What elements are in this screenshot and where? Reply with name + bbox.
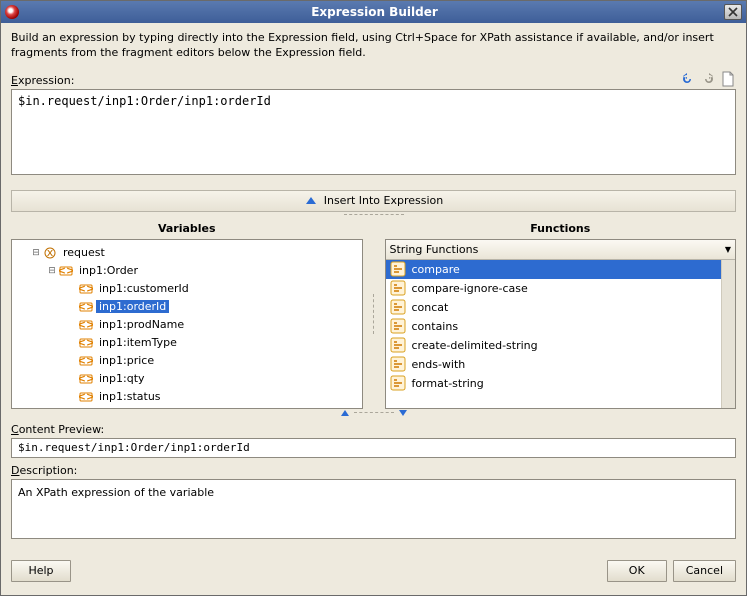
content-preview-label: Content Preview:	[11, 423, 736, 436]
variables-tree[interactable]: ⊟xrequest⊟<>inp1:Order<>inp1:customerId<…	[11, 239, 363, 409]
function-icon	[390, 318, 406, 334]
instructions-text: Build an expression by typing directly i…	[11, 31, 736, 61]
svg-text:<>: <>	[79, 336, 93, 349]
function-icon	[390, 299, 406, 315]
insert-into-expression-button[interactable]: Insert Into Expression	[11, 190, 736, 212]
function-label: format-string	[412, 377, 484, 390]
function-item[interactable]: contains	[386, 317, 722, 336]
expression-toolbar	[680, 71, 736, 87]
expression-label: Expression:	[11, 74, 74, 87]
tree-item[interactable]: <>inp1:customerId	[14, 280, 360, 298]
svg-text:<>: <>	[75, 408, 89, 409]
element-icon: <>	[78, 300, 94, 314]
svg-text:<>: <>	[79, 300, 93, 313]
app-icon	[5, 5, 19, 19]
collapse-icon[interactable]: ⊟	[30, 248, 42, 258]
function-label: compare	[412, 263, 460, 276]
tree-item[interactable]: <>inp1:status	[14, 388, 360, 406]
function-label: compare-ignore-case	[412, 282, 528, 295]
function-item[interactable]: compare-ignore-case	[386, 279, 722, 298]
description-label: Description:	[11, 464, 736, 477]
tree-item[interactable]: <>inp1:price	[14, 352, 360, 370]
svg-text:<>: <>	[79, 318, 93, 331]
window-title: Expression Builder	[25, 5, 724, 19]
svg-text:<>: <>	[79, 372, 93, 385]
element-icon: <>	[78, 354, 94, 368]
svg-text:<>: <>	[59, 264, 73, 277]
element-icon: <>	[78, 318, 94, 332]
svg-text:<>: <>	[79, 282, 93, 295]
insert-label: Insert Into Expression	[324, 194, 444, 207]
function-label: ends-with	[412, 358, 466, 371]
content-preview-field	[11, 438, 736, 458]
expand-down-icon[interactable]	[398, 409, 408, 417]
help-button[interactable]: Help	[11, 560, 71, 582]
expression-input[interactable]	[11, 89, 736, 175]
chevron-down-icon: ▼	[725, 245, 731, 254]
variable-icon: x	[42, 246, 58, 260]
tree-order[interactable]: ⊟<>inp1:Order	[14, 262, 360, 280]
function-label: concat	[412, 301, 449, 314]
ok-button[interactable]: OK	[607, 560, 667, 582]
function-item[interactable]: create-delimited-string	[386, 336, 722, 355]
svg-text:x: x	[47, 246, 54, 259]
functions-scrollbar[interactable]	[721, 260, 735, 408]
titlebar: Expression Builder	[1, 1, 746, 23]
element-icon: <>	[78, 390, 94, 404]
function-icon	[390, 375, 406, 391]
functions-category-label: String Functions	[390, 243, 479, 256]
collapse-icon[interactable]: ⊟	[46, 266, 58, 276]
function-label: contains	[412, 320, 459, 333]
function-item[interactable]: concat	[386, 298, 722, 317]
insert-up-icon	[304, 194, 318, 208]
svg-text:<>: <>	[79, 390, 93, 403]
new-doc-icon[interactable]	[720, 71, 736, 87]
tree-item[interactable]: ⊞<>inp1:creditCardInfo	[14, 406, 360, 409]
function-icon	[390, 261, 406, 277]
function-item[interactable]: format-string	[386, 374, 722, 393]
element-icon: <>	[78, 336, 94, 350]
element-icon: <>	[58, 264, 74, 278]
element-icon: <>	[78, 282, 94, 296]
function-item[interactable]: ends-with	[386, 355, 722, 374]
tree-item[interactable]: <>inp1:prodName	[14, 316, 360, 334]
element-icon: <>	[74, 408, 90, 409]
function-icon	[390, 337, 406, 353]
tree-item[interactable]: <>inp1:qty	[14, 370, 360, 388]
tree-item[interactable]: <>inp1:itemType	[14, 334, 360, 352]
close-button[interactable]	[724, 4, 742, 20]
variables-header: Variables	[11, 220, 363, 239]
function-icon	[390, 356, 406, 372]
svg-text:<>: <>	[79, 354, 93, 367]
cancel-button[interactable]: Cancel	[673, 560, 736, 582]
description-field	[11, 479, 736, 539]
function-label: create-delimited-string	[412, 339, 538, 352]
function-item[interactable]: compare	[386, 260, 722, 279]
function-icon	[390, 280, 406, 296]
element-icon: <>	[78, 372, 94, 386]
functions-header: Functions	[385, 220, 737, 239]
functions-list[interactable]: compare compare-ignore-case concat contains…	[386, 260, 722, 408]
functions-category-select[interactable]: String Functions ▼	[386, 240, 736, 260]
tree-root[interactable]: ⊟xrequest	[14, 244, 360, 262]
tree-item[interactable]: <>inp1:orderId	[14, 298, 360, 316]
redo-icon[interactable]	[700, 71, 716, 87]
undo-icon[interactable]	[680, 71, 696, 87]
collapse-up-icon[interactable]	[340, 409, 350, 417]
